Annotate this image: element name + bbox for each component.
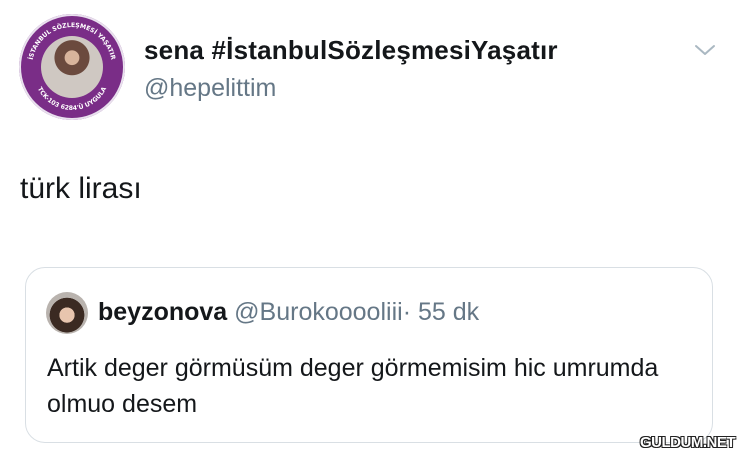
quoted-author-name[interactable]: beyzonova [98,298,227,326]
quoted-author-handle[interactable]: @Burokooooliii [234,298,403,326]
avatar-photo [41,36,103,98]
quoted-tweet-card[interactable]: beyzonova @Burokooooliii· 55 dk Artik de… [25,267,713,443]
chevron-down-icon[interactable] [692,40,718,60]
site-watermark: GULDUM.NET [640,434,736,451]
quoted-author-avatar[interactable] [46,292,88,334]
author-handle[interactable]: @hepelittim [144,74,276,103]
quoted-tweet-text: Artik deger görmüsüm deger görmemisim hi… [47,354,659,418]
quoted-tweet-timestamp[interactable]: 55 dk [418,298,479,326]
quoted-tweet-header: beyzonova @Burokooooliii· 55 dk [98,298,479,327]
author-display-name[interactable]: sena #İstanbulSözleşmesiYaşatır [144,35,558,66]
tweet: İSTANBUL SÖZLEŞMESİ YAŞATIR TCK-103 6284… [0,0,739,456]
author-avatar[interactable]: İSTANBUL SÖZLEŞMESİ YAŞATIR TCK-103 6284… [19,14,125,120]
quoted-tweet-separator: · [402,298,412,326]
tweet-text: türk lirası [20,172,142,205]
